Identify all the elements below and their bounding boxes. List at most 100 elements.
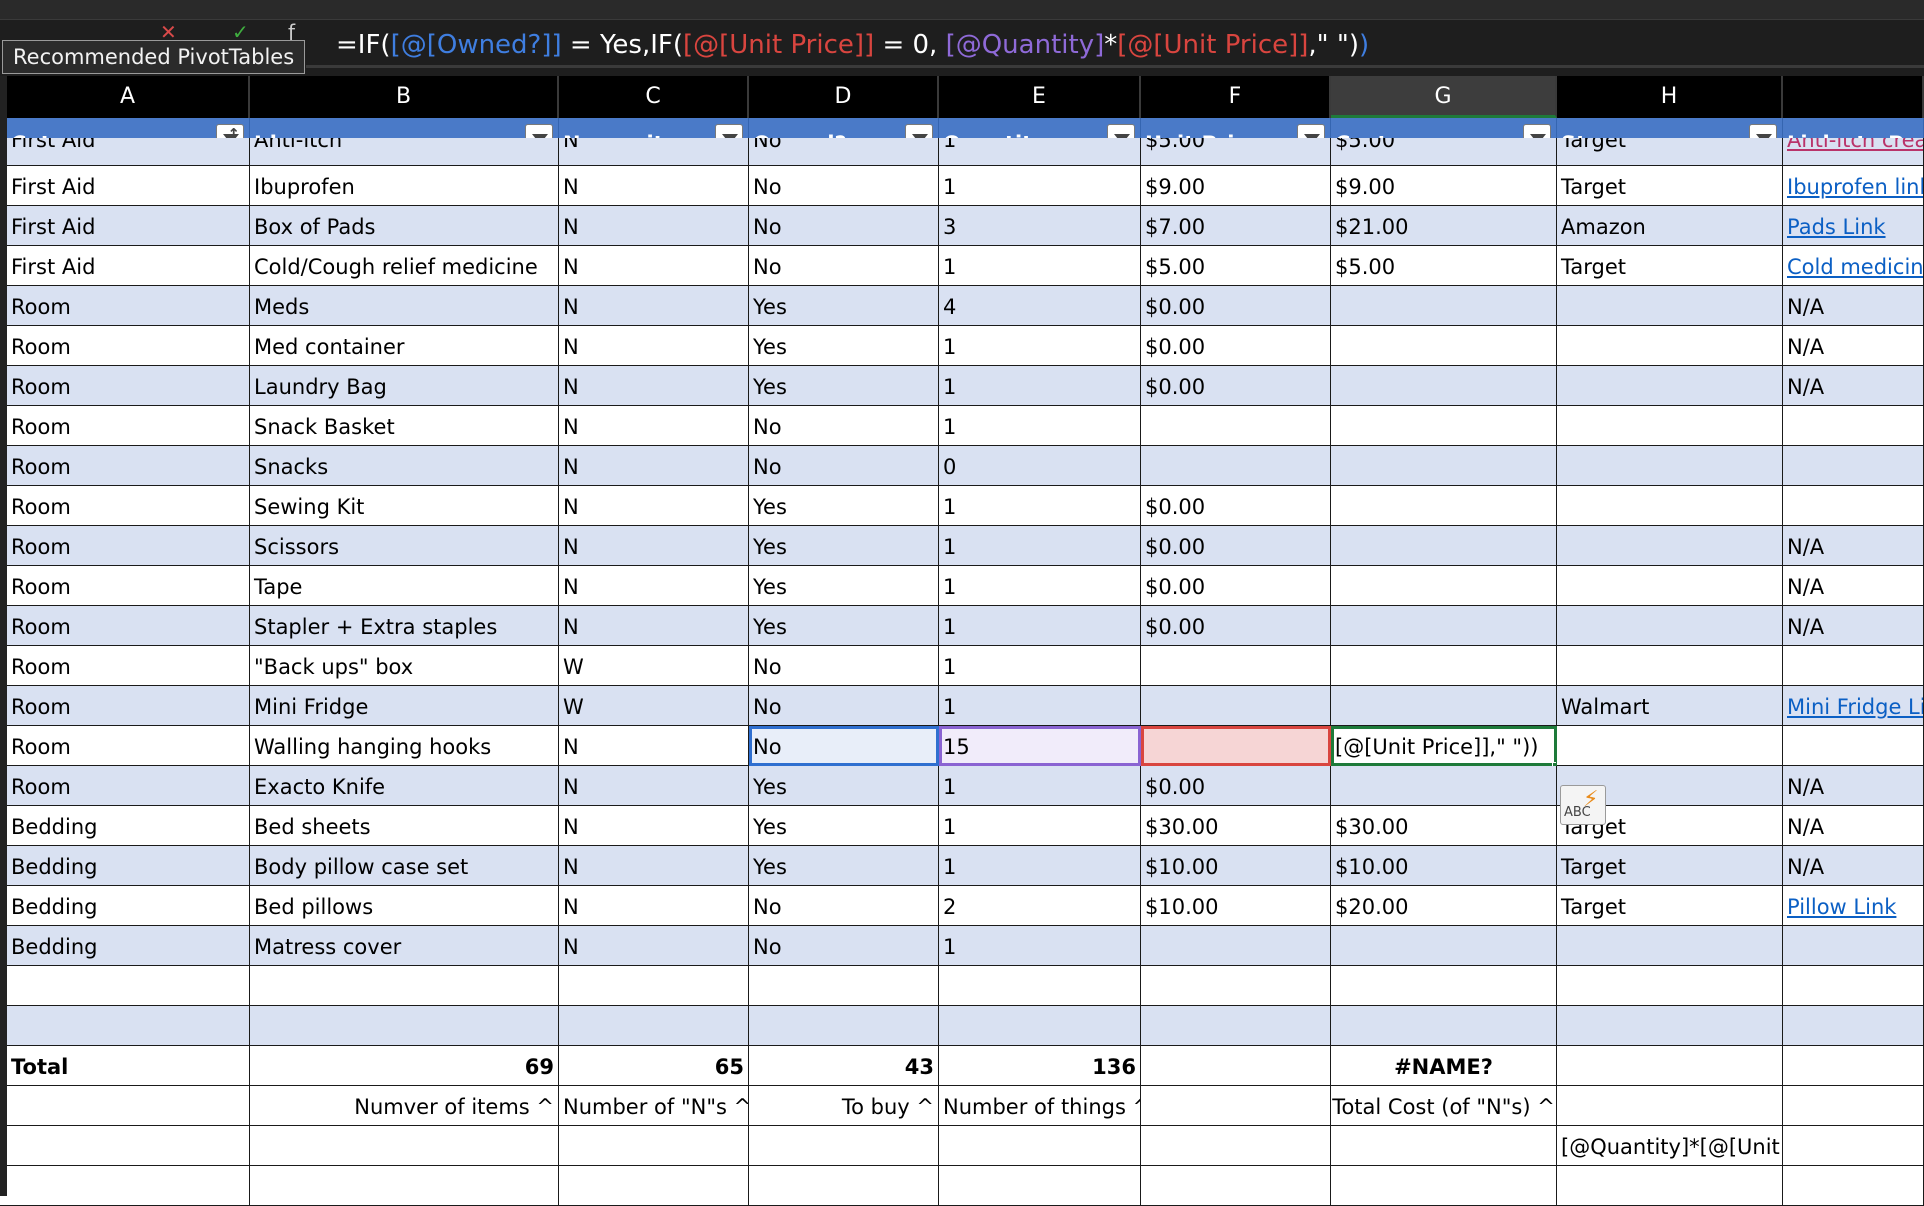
cell-idem[interactable] [250, 966, 559, 1006]
cell-quantity[interactable]: Number of things ^ [939, 1086, 1141, 1126]
cell-links-to-purch[interactable] [1783, 406, 1924, 446]
cell-links-to-purch[interactable] [1783, 1006, 1924, 1046]
cell-category[interactable]: Room [7, 446, 250, 486]
cell-unit-price[interactable]: $10.00 [1141, 846, 1331, 886]
cell-owned[interactable]: No [749, 206, 939, 246]
cell-links-to-purch[interactable]: N/A [1783, 566, 1924, 606]
cell-cost[interactable] [1331, 326, 1557, 366]
cell-unit-price[interactable] [1141, 1086, 1331, 1126]
cell-owned[interactable]: Yes [749, 606, 939, 646]
cell-store[interactable] [1557, 966, 1783, 1006]
cell-neccesity[interactable]: N [559, 366, 749, 406]
cell-owned[interactable]: No [749, 886, 939, 926]
cell-cost[interactable] [1331, 366, 1557, 406]
cell-category[interactable]: Room [7, 406, 250, 446]
cell-owned[interactable]: Yes [749, 766, 939, 806]
cell-category[interactable]: First Aid [7, 206, 250, 246]
purchase-link[interactable]: Pads Link [1783, 206, 1924, 246]
cell-quantity[interactable]: 0 [939, 446, 1141, 486]
cell-cost[interactable] [1331, 1166, 1557, 1206]
cell-quantity[interactable]: 1 [939, 686, 1141, 726]
cell-links-to-purch[interactable] [1783, 486, 1924, 526]
cell-owned[interactable]: To buy ^ [749, 1086, 939, 1126]
cell-neccesity[interactable]: N [559, 326, 749, 366]
cell-unit-price[interactable]: $0.00 [1141, 566, 1331, 606]
cell-neccesity[interactable]: N [559, 446, 749, 486]
cell-store[interactable]: Target [1557, 886, 1783, 926]
purchase-link[interactable]: Pillow Link [1783, 886, 1924, 926]
cell-quantity[interactable]: 1 [939, 366, 1141, 406]
cell-cost[interactable]: $9.00 [1331, 166, 1557, 206]
cell-quantity[interactable]: 1 [939, 566, 1141, 606]
cell-links-to-purch[interactable] [1783, 1126, 1924, 1166]
cell-neccesity[interactable]: N [559, 806, 749, 846]
cell-store[interactable] [1557, 1086, 1783, 1126]
cell-store[interactable] [1557, 406, 1783, 446]
cell-unit-price[interactable] [1141, 1126, 1331, 1166]
cell-category[interactable]: Room [7, 326, 250, 366]
cell-neccesity[interactable]: N [559, 246, 749, 286]
column-header-e[interactable]: E [939, 76, 1141, 118]
cell-owned[interactable]: 43 [749, 1046, 939, 1086]
cell-category[interactable]: Room [7, 366, 250, 406]
cell-store[interactable]: [@Quantity]*[@[Unit Price]] [1557, 1126, 1783, 1166]
cell-owned[interactable]: No [749, 406, 939, 446]
cell-neccesity[interactable]: W [559, 646, 749, 686]
purchase-link[interactable]: Cold medicine [1783, 246, 1924, 286]
cell-category[interactable]: Room [7, 566, 250, 606]
cell-unit-price[interactable]: $0.00 [1141, 526, 1331, 566]
cell-owned[interactable]: Yes [749, 846, 939, 886]
cell-cost[interactable]: #NAME? [1331, 1046, 1557, 1086]
cell-cost[interactable] [1331, 606, 1557, 646]
cell-category[interactable] [7, 1086, 250, 1126]
cell-owned[interactable] [749, 1166, 939, 1206]
cell-quantity[interactable]: 1 [939, 806, 1141, 846]
cell-category[interactable]: Room [7, 726, 250, 766]
cell-unit-price[interactable] [1141, 1166, 1331, 1206]
cell-category[interactable]: Room [7, 646, 250, 686]
cell-cost[interactable] [1331, 406, 1557, 446]
cell-idem[interactable]: Matress cover [250, 926, 559, 966]
cell-owned[interactable]: No [749, 926, 939, 966]
cell-quantity[interactable]: 3 [939, 206, 1141, 246]
cell-idem[interactable]: Bed sheets [250, 806, 559, 846]
cell-owned[interactable] [749, 1126, 939, 1166]
cell-owned[interactable]: No [749, 138, 939, 166]
abc-autocorrect-icon[interactable]: ABC ⚡ [1560, 785, 1606, 825]
cell-store[interactable] [1557, 566, 1783, 606]
cell-unit-price[interactable]: $5.00 [1141, 138, 1331, 166]
cell-cost[interactable] [1331, 1006, 1557, 1046]
cell-category[interactable] [7, 1126, 250, 1166]
cell-cost[interactable]: $10.00 [1331, 846, 1557, 886]
cell-owned[interactable]: Yes [749, 526, 939, 566]
cell-idem[interactable]: Anti-itch [250, 138, 559, 166]
cell-idem[interactable] [250, 1126, 559, 1166]
cell-links-to-purch[interactable] [1783, 646, 1924, 686]
cell-idem[interactable] [250, 1006, 559, 1046]
cell-neccesity[interactable]: N [559, 566, 749, 606]
cell-links-to-purch[interactable] [1783, 966, 1924, 1006]
cell-unit-price[interactable]: $10.00 [1141, 886, 1331, 926]
cell-store[interactable] [1557, 1046, 1783, 1086]
cell-links-to-purch[interactable]: N/A [1783, 766, 1924, 806]
formula-bar[interactable]: =IF([@[Owned?]] = Yes,IF([@[Unit Price]]… [306, 22, 1924, 68]
cell-store[interactable] [1557, 366, 1783, 406]
cell-unit-price[interactable] [1141, 646, 1331, 686]
cell-unit-price[interactable] [1141, 406, 1331, 446]
cell-owned[interactable]: Yes [749, 806, 939, 846]
cell-idem[interactable]: 69 [250, 1046, 559, 1086]
cell-links-to-purch[interactable] [1783, 1046, 1924, 1086]
cell-idem[interactable]: Tape [250, 566, 559, 606]
cell-neccesity[interactable]: 65 [559, 1046, 749, 1086]
cell-owned[interactable] [749, 966, 939, 1006]
cell-category[interactable]: Room [7, 686, 250, 726]
cell-links-to-purch[interactable] [1783, 726, 1924, 766]
cell-store[interactable] [1557, 606, 1783, 646]
cell-neccesity[interactable] [559, 966, 749, 1006]
cell-owned[interactable]: Yes [749, 566, 939, 606]
cell-cost[interactable]: [@[Unit Price]]," ")) [1331, 726, 1557, 766]
cell-quantity[interactable]: 1 [939, 926, 1141, 966]
cell-category[interactable]: Total [7, 1046, 250, 1086]
cell-cost[interactable] [1331, 926, 1557, 966]
cell-owned[interactable]: Yes [749, 366, 939, 406]
